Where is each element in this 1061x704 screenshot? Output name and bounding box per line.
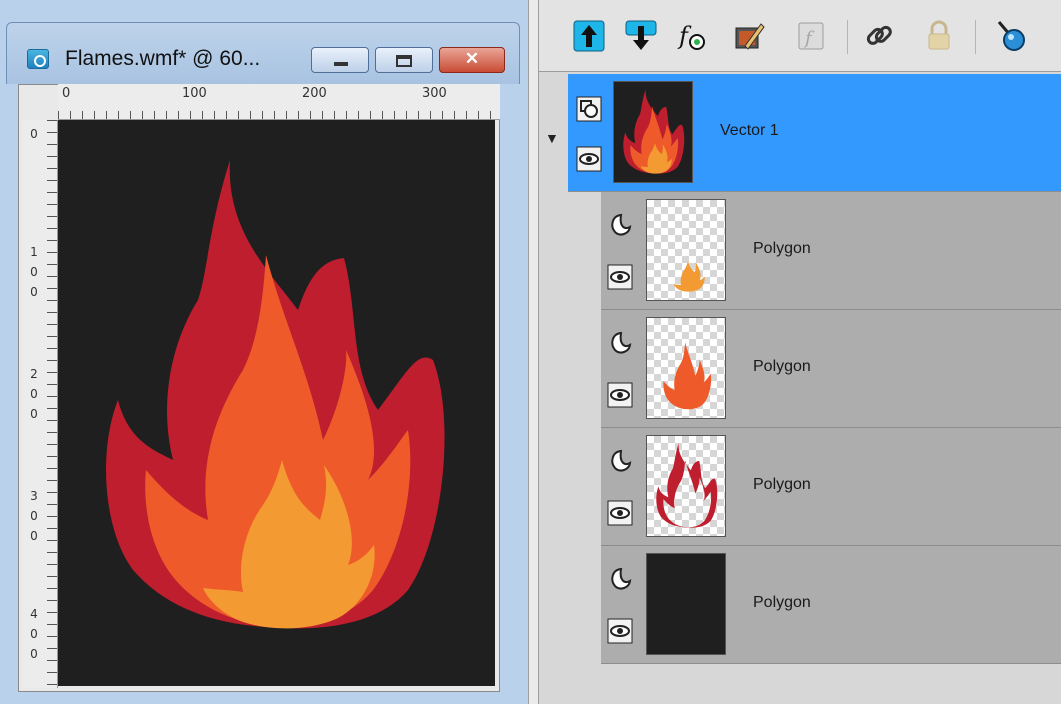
pin-icon[interactable] [993,18,1029,54]
ruler-label: 0 [30,127,38,141]
ruler-label: 4 0 0 [30,607,38,661]
edit-layer-icon[interactable] [731,18,767,54]
layer-thumbnail [646,199,726,301]
layer-row-polygon[interactable]: Polygon [601,310,1061,428]
layers-toolbar: f f [539,0,1061,72]
maximize-button[interactable] [375,47,433,73]
ruler-label: 100 [182,86,207,101]
vector-shape-icon[interactable] [607,330,633,356]
visibility-eye-icon[interactable] [607,500,633,526]
layer-name: Vector 1 [720,122,779,139]
app-icon [27,49,49,69]
vector-shape-icon[interactable] [607,448,633,474]
document-window: Flames.wmf* @ 60... ✕ 0 100 200 300 0 1 … [0,0,528,704]
layer-effects-icon[interactable]: f [675,18,711,54]
vector-group-icon[interactable] [576,96,602,122]
layer-row-vector-1[interactable]: Vector 1 [568,74,1061,192]
ruler-label: 3 0 0 [30,489,38,543]
layer-row-polygon[interactable]: Polygon [601,192,1061,310]
link-icon[interactable] [861,18,897,54]
minimize-button[interactable] [311,47,369,73]
script-icon[interactable]: f [793,18,829,54]
flame-artwork [106,160,445,629]
toolbar-separator [847,20,848,54]
svg-text:f: f [677,22,692,50]
maximize-icon [396,55,412,67]
vertical-ruler: 0 1 0 0 2 0 0 3 0 0 4 0 0 [22,120,58,688]
layer-name: Polygon [753,476,811,493]
collapse-arrow-icon[interactable]: ▼ [545,130,559,146]
layer-thumbnail [646,317,726,419]
ruler-label: 300 [422,86,447,101]
layer-thumbnail [646,553,726,655]
layer-thumbnail [646,435,726,537]
document-titlebar[interactable]: Flames.wmf* @ 60... ✕ [6,22,520,84]
visibility-eye-icon[interactable] [576,146,602,172]
lock-icon[interactable] [921,18,957,54]
minimize-icon [334,62,348,66]
drawing-canvas[interactable] [58,120,495,686]
layer-name: Polygon [753,240,811,257]
layer-thumbnail [613,81,693,183]
move-layer-down-icon[interactable] [623,18,659,54]
ruler-label: 1 0 0 [30,245,38,299]
close-button[interactable]: ✕ [439,47,505,73]
visibility-eye-icon[interactable] [607,618,633,644]
visibility-eye-icon[interactable] [607,264,633,290]
layers-panel: f f ▼ Vector 1 Polygon Polygon Polygon P… [539,0,1061,704]
ruler-label: 2 0 0 [30,367,38,421]
panel-splitter[interactable] [528,0,539,704]
layer-row-polygon[interactable]: Polygon [601,546,1061,664]
layer-name: Polygon [753,594,811,611]
visibility-eye-icon[interactable] [607,382,633,408]
document-title: Flames.wmf* @ 60... [65,47,261,70]
close-icon: ✕ [464,49,480,68]
move-layer-up-icon[interactable] [571,18,607,54]
layer-row-polygon[interactable]: Polygon [601,428,1061,546]
vector-shape-icon[interactable] [607,566,633,592]
vector-shape-icon[interactable] [607,212,633,238]
toolbar-separator [975,20,976,54]
horizontal-ruler: 0 100 200 300 [58,84,500,120]
layer-name: Polygon [753,358,811,375]
ruler-label: 200 [302,86,327,101]
ruler-label: 0 [62,86,71,101]
